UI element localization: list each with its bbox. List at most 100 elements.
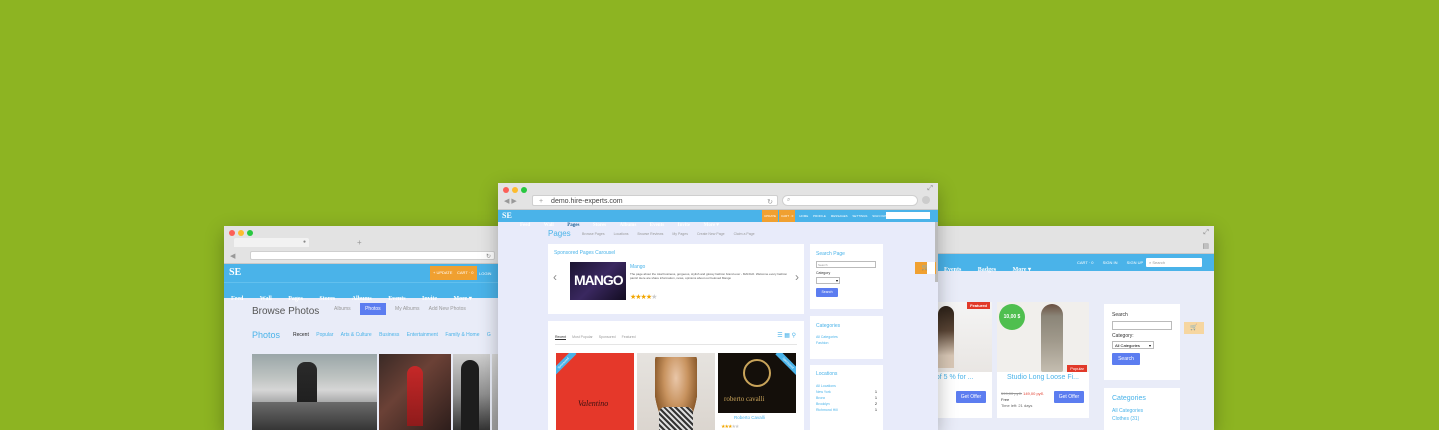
tab-recent[interactable]: Recent — [555, 335, 567, 340]
tab-albums[interactable]: Albums — [334, 306, 351, 312]
carousel-item-name[interactable]: Mango — [630, 264, 645, 270]
subnav-reviews[interactable]: Browse Reviews — [638, 232, 664, 236]
settings-link[interactable]: SETTINGS — [852, 214, 867, 218]
nav-wall[interactable]: Wall — [544, 223, 554, 228]
sign-up-link[interactable]: SIGN UP — [1127, 260, 1143, 265]
search-button[interactable]: Search — [1112, 353, 1140, 365]
reload-icon[interactable]: ↻ — [767, 198, 773, 205]
product-card-valentino[interactable]: Sponsored Valentino — [556, 353, 634, 430]
filter-business[interactable]: Business — [379, 332, 399, 338]
back-icon[interactable]: ◀ — [230, 252, 235, 260]
search-input[interactable]: ⌕ Search — [1146, 258, 1202, 267]
filter-recent[interactable]: Recent — [293, 332, 309, 338]
fullscreen-icon[interactable]: ⤢ — [927, 185, 933, 193]
filter-arts[interactable]: Arts & Culture — [341, 332, 372, 338]
sign-in-link[interactable]: SIGN IN — [1103, 260, 1118, 265]
site-logo[interactable]: SE — [229, 267, 241, 278]
update-pill[interactable]: + UPDATE — [430, 266, 456, 280]
category-select[interactable]: All Categories ▾ — [1112, 341, 1154, 349]
nav-pages[interactable]: Pages — [288, 296, 303, 302]
nav-events[interactable]: Events — [650, 223, 664, 228]
filter-popular[interactable]: Popular — [316, 332, 333, 338]
cart-float-icon[interactable]: 🛒 — [1184, 322, 1204, 334]
nav-feed[interactable]: Feed — [231, 296, 243, 302]
cart-pill[interactable]: CART · 0 — [454, 266, 477, 280]
nav-wall[interactable]: Wall — [260, 296, 272, 302]
photo-thumb[interactable] — [379, 354, 451, 430]
new-tab-icon[interactable]: + — [357, 238, 362, 247]
product-caption[interactable]: Roberto Cavalli — [734, 415, 765, 420]
browser-search[interactable]: ⌕ — [782, 195, 918, 206]
site-logo[interactable]: SE — [502, 211, 512, 220]
subnav-claim[interactable]: Claim a Page — [734, 232, 755, 236]
fullscreen-icon[interactable]: ⤢ — [1203, 229, 1209, 237]
login-pill[interactable]: LOGIN — [476, 269, 494, 278]
search-page-button[interactable]: Search — [816, 288, 838, 297]
search-page-input[interactable]: Search — [816, 261, 876, 268]
get-offer-button[interactable]: Get Offer — [1054, 391, 1084, 403]
cart-link[interactable]: CART · 0 — [1077, 260, 1094, 265]
offer-card[interactable]: Featured t of 5 % for ... Get Offer — [930, 302, 992, 418]
tab-add-photos[interactable]: Add New Photos — [429, 306, 466, 312]
photo-thumb[interactable] — [252, 354, 377, 430]
offer-title[interactable]: Studio Long Loose Fi... — [1007, 374, 1079, 381]
category-select[interactable]: ▾ — [816, 277, 840, 284]
nav-pages[interactable]: Pages — [567, 223, 579, 228]
product-card-model[interactable] — [637, 353, 715, 430]
product-card-roberto-cavalli[interactable]: Sponsored roberto cavalli — [718, 353, 796, 413]
nav-stores[interactable]: Stores — [319, 296, 335, 302]
chevron-left-icon[interactable]: ‹ — [553, 270, 557, 284]
url-text[interactable]: demo.hire-experts.com — [551, 198, 623, 205]
search-field[interactable] — [1112, 321, 1172, 330]
category-link[interactable]: Fashion — [816, 341, 877, 345]
chevron-right-icon[interactable]: › — [795, 270, 799, 284]
update-pill[interactable]: UPDATE — [762, 210, 778, 222]
nav-more[interactable]: More ▾ — [453, 296, 471, 302]
location-row[interactable]: Richmond Hill 1 — [816, 407, 877, 413]
tab-featured[interactable]: Featured — [622, 335, 636, 339]
nav-more[interactable]: More ▾ — [1013, 267, 1031, 273]
close-icon[interactable]: ● — [303, 239, 306, 245]
subnav-locations[interactable]: Locations — [614, 232, 629, 236]
nav-events[interactable]: Events — [388, 296, 405, 302]
offer-title[interactable]: t of 5 % for ... — [932, 374, 974, 381]
nav-stores[interactable]: Stores — [593, 223, 606, 228]
view-toggle-icon[interactable]: ☰ ▦ ⚲ — [777, 332, 796, 339]
messages-link[interactable]: MESSAGES — [831, 214, 848, 218]
tab-photos[interactable]: Photos — [360, 303, 386, 315]
filter-family[interactable]: Family & Home — [445, 332, 479, 338]
subnav-browse[interactable]: Browse Pages — [582, 232, 605, 236]
browser-tab[interactable]: ● — [234, 238, 309, 247]
filter-more[interactable]: G — [487, 332, 491, 338]
nav-badges[interactable]: Badges — [978, 267, 996, 273]
profile-link[interactable]: PROFILE — [813, 214, 826, 218]
nav-invite[interactable]: Invite — [678, 223, 691, 228]
category-link[interactable]: All Categories — [1112, 408, 1172, 414]
nav-more[interactable]: More ▾ — [704, 223, 719, 228]
filter-entertainment[interactable]: Entertainment — [407, 332, 438, 338]
photo-thumb[interactable] — [453, 354, 490, 430]
home-link[interactable]: HOME — [799, 214, 808, 218]
sign-out-link[interactable]: SIGN OUT — [872, 214, 887, 218]
get-offer-button[interactable]: Get Offer — [956, 391, 986, 403]
extension-icon[interactable] — [922, 196, 930, 204]
header-search-input[interactable] — [886, 212, 930, 219]
subnav-my-pages[interactable]: My Pages — [672, 232, 688, 236]
nav-feed[interactable]: Feed — [520, 223, 530, 228]
tab-my-albums[interactable]: My Albums — [395, 306, 419, 312]
offer-card[interactable]: 10,00 $ Popular Studio Long Loose Fi... … — [997, 302, 1089, 418]
address-bar[interactable]: ↻ — [250, 251, 495, 260]
cart-pill[interactable]: CART · 0 — [778, 210, 796, 222]
nav-albums[interactable]: Albums — [620, 223, 637, 228]
address-bar[interactable]: + demo.hire-experts.com ↻ — [532, 195, 778, 206]
mango-logo[interactable]: MANGO — [570, 262, 626, 300]
reload-icon[interactable]: ↻ — [486, 253, 491, 259]
menu-icon[interactable]: ▤ — [1202, 242, 1209, 250]
category-link[interactable]: All Categories — [816, 335, 877, 339]
nav-albums[interactable]: Albums — [352, 296, 372, 302]
category-link[interactable]: Clothes (31) — [1112, 416, 1172, 422]
subnav-create[interactable]: Create New Page — [697, 232, 725, 236]
tab-most-popular[interactable]: Most Popular — [572, 335, 593, 339]
nav-events[interactable]: Events — [944, 267, 961, 273]
nav-invite[interactable]: Invite — [422, 296, 437, 302]
